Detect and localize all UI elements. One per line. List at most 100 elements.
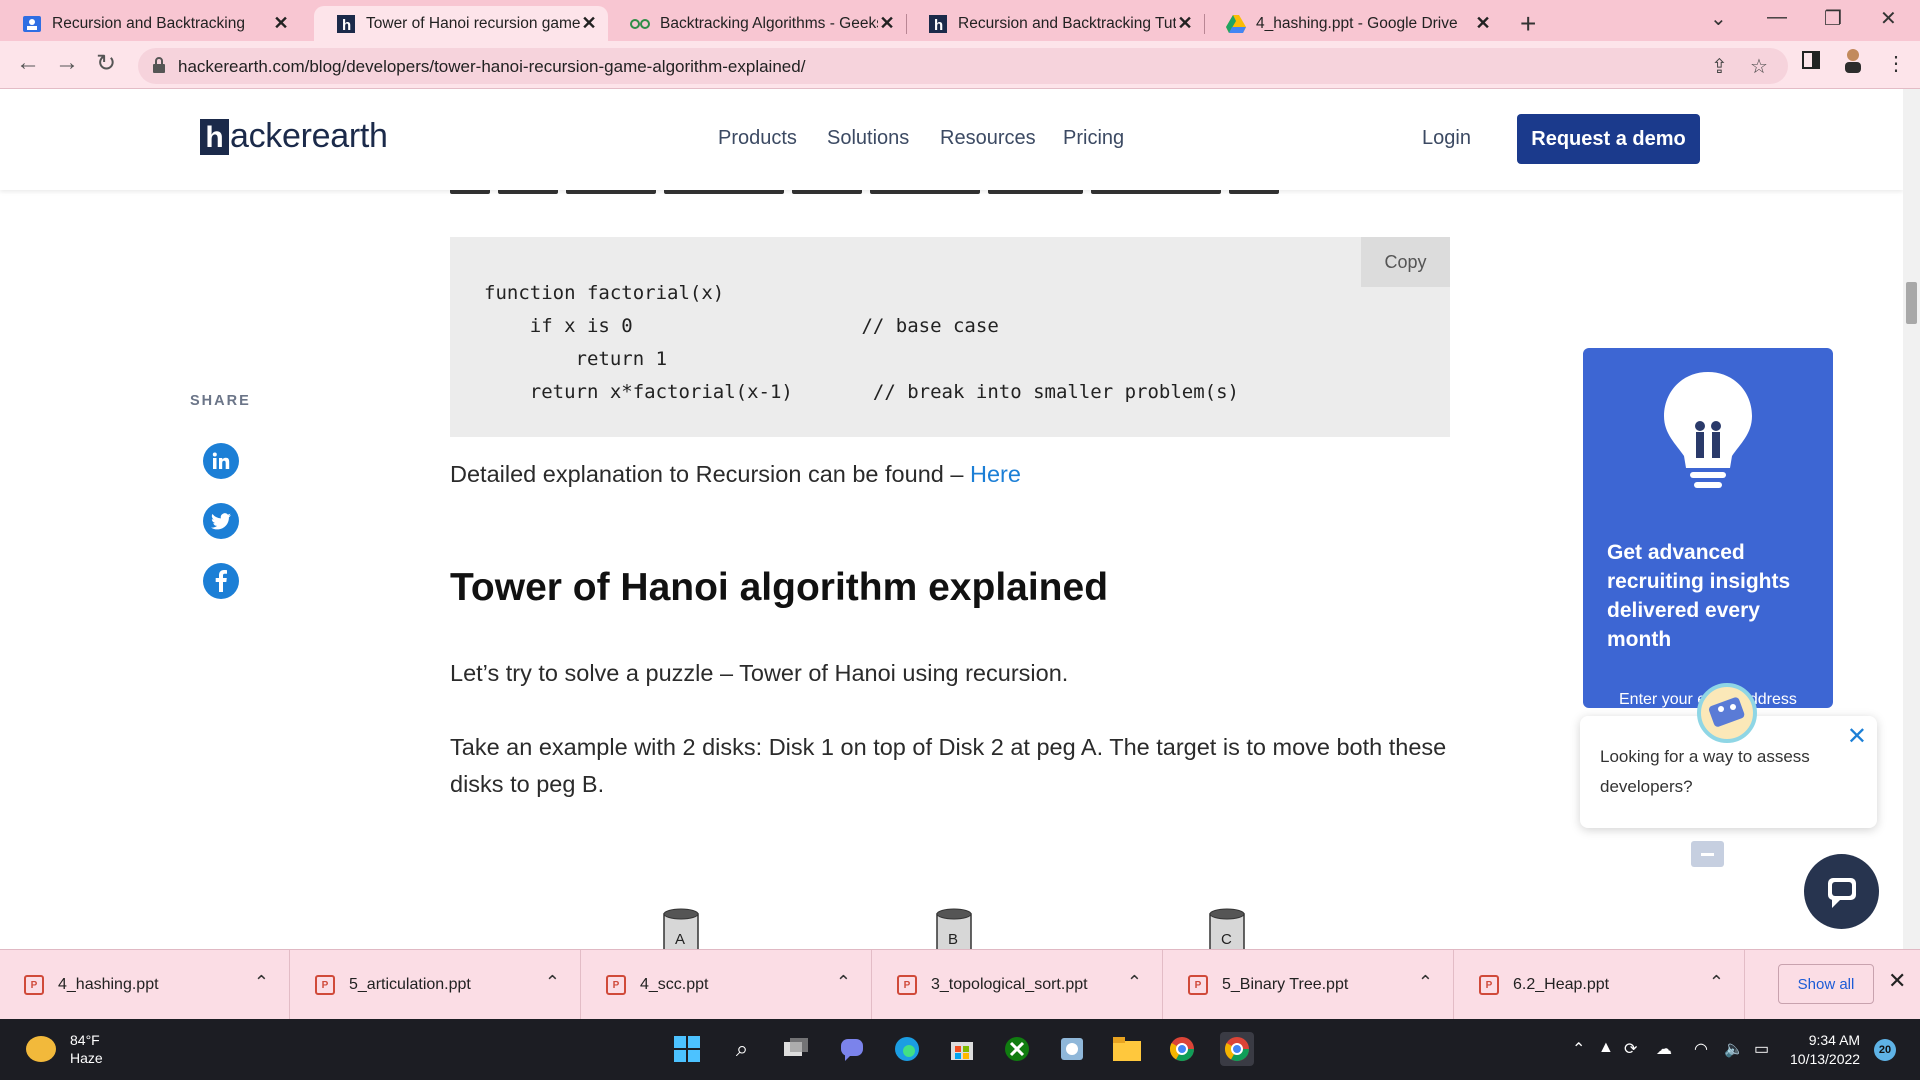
close-icon[interactable]: ✕ [1888, 968, 1906, 994]
microsoft-store-icon[interactable] [945, 1032, 979, 1066]
search-icon[interactable]: ⌕ [725, 1032, 759, 1066]
nav-solutions[interactable]: Solutions [827, 127, 909, 150]
notification-badge[interactable]: 20 [1874, 1039, 1896, 1061]
nav-products[interactable]: Products [718, 127, 797, 150]
new-tab-button[interactable]: + [1520, 8, 1536, 40]
close-icon[interactable]: ✕ [580, 13, 598, 34]
wifi-icon[interactable]: ◠ [1694, 1039, 1708, 1059]
lock-icon [153, 57, 165, 73]
chevron-up-icon[interactable]: ⌃ [1709, 972, 1724, 993]
copy-code-button[interactable]: Copy [1361, 237, 1450, 287]
chevron-up-icon[interactable]: ⌃ [254, 972, 269, 993]
lightbulb-icon [1664, 372, 1752, 488]
tab-search-chevron-icon[interactable]: ⌄ [1710, 6, 1727, 31]
weather-widget[interactable]: 84°F Haze [26, 1031, 103, 1067]
peg-label-c: C [1221, 931, 1232, 948]
show-all-downloads-button[interactable]: Show all [1778, 964, 1874, 1004]
onedrive-cloud-icon[interactable]: ☁ [1656, 1039, 1672, 1059]
close-icon[interactable]: ✕ [878, 13, 896, 34]
hackerearth-icon: h [336, 14, 356, 34]
scrollbar-thumb[interactable] [1906, 282, 1917, 324]
clock-date: 10/13/2022 [1790, 1051, 1861, 1067]
download-item[interactable]: P 5_articulation.ppt ⌃ [291, 950, 581, 1020]
chrome-profile-icon[interactable] [1220, 1032, 1254, 1066]
forward-arrow-icon[interactable]: → [55, 49, 79, 77]
teams-chat-icon[interactable] [835, 1032, 869, 1066]
twitter-icon[interactable] [203, 503, 239, 539]
windows-start-icon[interactable] [670, 1032, 704, 1066]
chevron-up-icon[interactable]: ⌃ [1418, 972, 1433, 993]
powerpoint-file-icon: P [897, 975, 917, 995]
powerpoint-file-icon: P [1479, 975, 1499, 995]
close-icon[interactable]: ✕ [1176, 13, 1194, 34]
facebook-icon[interactable] [203, 563, 239, 599]
chat-message: Looking for a way to assess developers? [1600, 747, 1810, 796]
weather-condition: Haze [70, 1050, 103, 1066]
tray-overflow-chevron-icon[interactable]: ⌃ [1572, 1039, 1585, 1059]
weather-temp: 84°F [70, 1032, 100, 1048]
clock-time: 9:34 AM [1808, 1032, 1861, 1048]
weather-haze-icon [26, 1036, 56, 1062]
chevron-up-icon[interactable]: ⌃ [1127, 972, 1142, 993]
share-page-icon[interactable]: ⇪ [1711, 54, 1728, 79]
photos-app-icon[interactable] [1055, 1032, 1089, 1066]
download-filename: 5_articulation.ppt [349, 976, 471, 993]
tab-tower-of-hanoi[interactable]: h Tower of Hanoi recursion game a ✕ [314, 6, 608, 41]
explanation-paragraph: Detailed explanation to Recursion can be… [450, 456, 1450, 493]
nav-pricing[interactable]: Pricing [1063, 127, 1124, 150]
google-drive-tray-icon[interactable]: ▲ [1598, 1039, 1614, 1057]
newsletter-promo-card: Get advanced recruiting insights deliver… [1583, 348, 1833, 708]
close-icon[interactable]: ✕ [272, 13, 290, 34]
back-arrow-icon[interactable]: ← [16, 49, 40, 77]
tab-title: Recursion and Backtracking [52, 14, 245, 32]
peg-label-b: B [948, 931, 958, 948]
chevron-up-icon[interactable]: ⌃ [545, 972, 560, 993]
page-scrollbar[interactable] [1903, 89, 1920, 949]
chevron-up-icon[interactable]: ⌃ [836, 972, 851, 993]
hackerearth-logo[interactable]: h ackerearth [200, 117, 388, 156]
task-view-icon[interactable] [780, 1032, 814, 1066]
download-item[interactable]: P 3_topological_sort.ppt ⌃ [873, 950, 1163, 1020]
tab-recursion-tutorial[interactable]: h Recursion and Backtracking Tuto ✕ [906, 6, 1204, 41]
recursion-here-link[interactable]: Here [970, 461, 1021, 487]
request-demo-button[interactable]: Request a demo [1517, 114, 1700, 164]
window-close-icon[interactable]: ✕ [1880, 6, 1897, 31]
bookmark-star-icon[interactable]: ☆ [1750, 54, 1768, 79]
tab-geeksforgeeks[interactable]: Backtracking Algorithms - Geeks ✕ [608, 6, 906, 41]
system-clock[interactable]: 9:34 AM 10/13/2022 [1790, 1031, 1860, 1069]
chrome-icon[interactable] [1165, 1032, 1199, 1066]
menu-kebab-icon[interactable]: ⋮ [1886, 51, 1906, 76]
peg-c: C [1209, 908, 1245, 949]
windows-taskbar: 84°F Haze ⌕ ⌃ ▲ ⟳ ☁ ◠ 🔈 ▭ 9:34 AM 10/13/… [0, 1019, 1920, 1080]
web-page: h ackerearth Products Solutions Resource… [0, 89, 1903, 949]
logo-mark: h [200, 118, 229, 155]
powerpoint-file-icon: P [315, 975, 335, 995]
address-bar[interactable]: hackerearth.com/blog/developers/tower-ha… [138, 48, 1788, 84]
download-item[interactable]: P 4_hashing.ppt ⌃ [0, 950, 290, 1020]
close-icon[interactable]: ✕ [1847, 722, 1867, 751]
tab-recursion-backtracking[interactable]: Recursion and Backtracking ✕ [0, 6, 300, 41]
linkedin-icon[interactable] [203, 443, 239, 479]
chat-launcher-button[interactable] [1804, 854, 1879, 929]
download-item[interactable]: P 6.2_Heap.ppt ⌃ [1455, 950, 1745, 1020]
reload-icon[interactable]: ↻ [96, 49, 116, 78]
speaker-icon[interactable]: 🔈 [1724, 1039, 1744, 1059]
sync-icon[interactable]: ⟳ [1624, 1039, 1637, 1059]
download-item[interactable]: P 5_Binary Tree.ppt ⌃ [1164, 950, 1454, 1020]
peg-label-a: A [675, 931, 685, 948]
login-link[interactable]: Login [1422, 127, 1471, 150]
minimize-icon[interactable]: — [1767, 6, 1787, 29]
chat-minimize-button[interactable] [1691, 841, 1724, 867]
nav-resources[interactable]: Resources [940, 127, 1036, 150]
edge-browser-icon[interactable] [890, 1032, 924, 1066]
restore-icon[interactable]: ❐ [1824, 6, 1842, 31]
file-explorer-icon[interactable] [1110, 1032, 1144, 1066]
download-item[interactable]: P 4_scc.ppt ⌃ [582, 950, 872, 1020]
xbox-icon[interactable] [1000, 1032, 1034, 1066]
battery-icon[interactable]: ▭ [1754, 1039, 1769, 1059]
side-panel-icon[interactable] [1802, 51, 1820, 75]
chat-bot-avatar [1697, 683, 1757, 743]
close-icon[interactable]: ✕ [1474, 13, 1492, 34]
profile-avatar[interactable] [1842, 47, 1864, 79]
tab-google-drive[interactable]: 4_hashing.ppt - Google Drive ✕ [1204, 6, 1502, 41]
